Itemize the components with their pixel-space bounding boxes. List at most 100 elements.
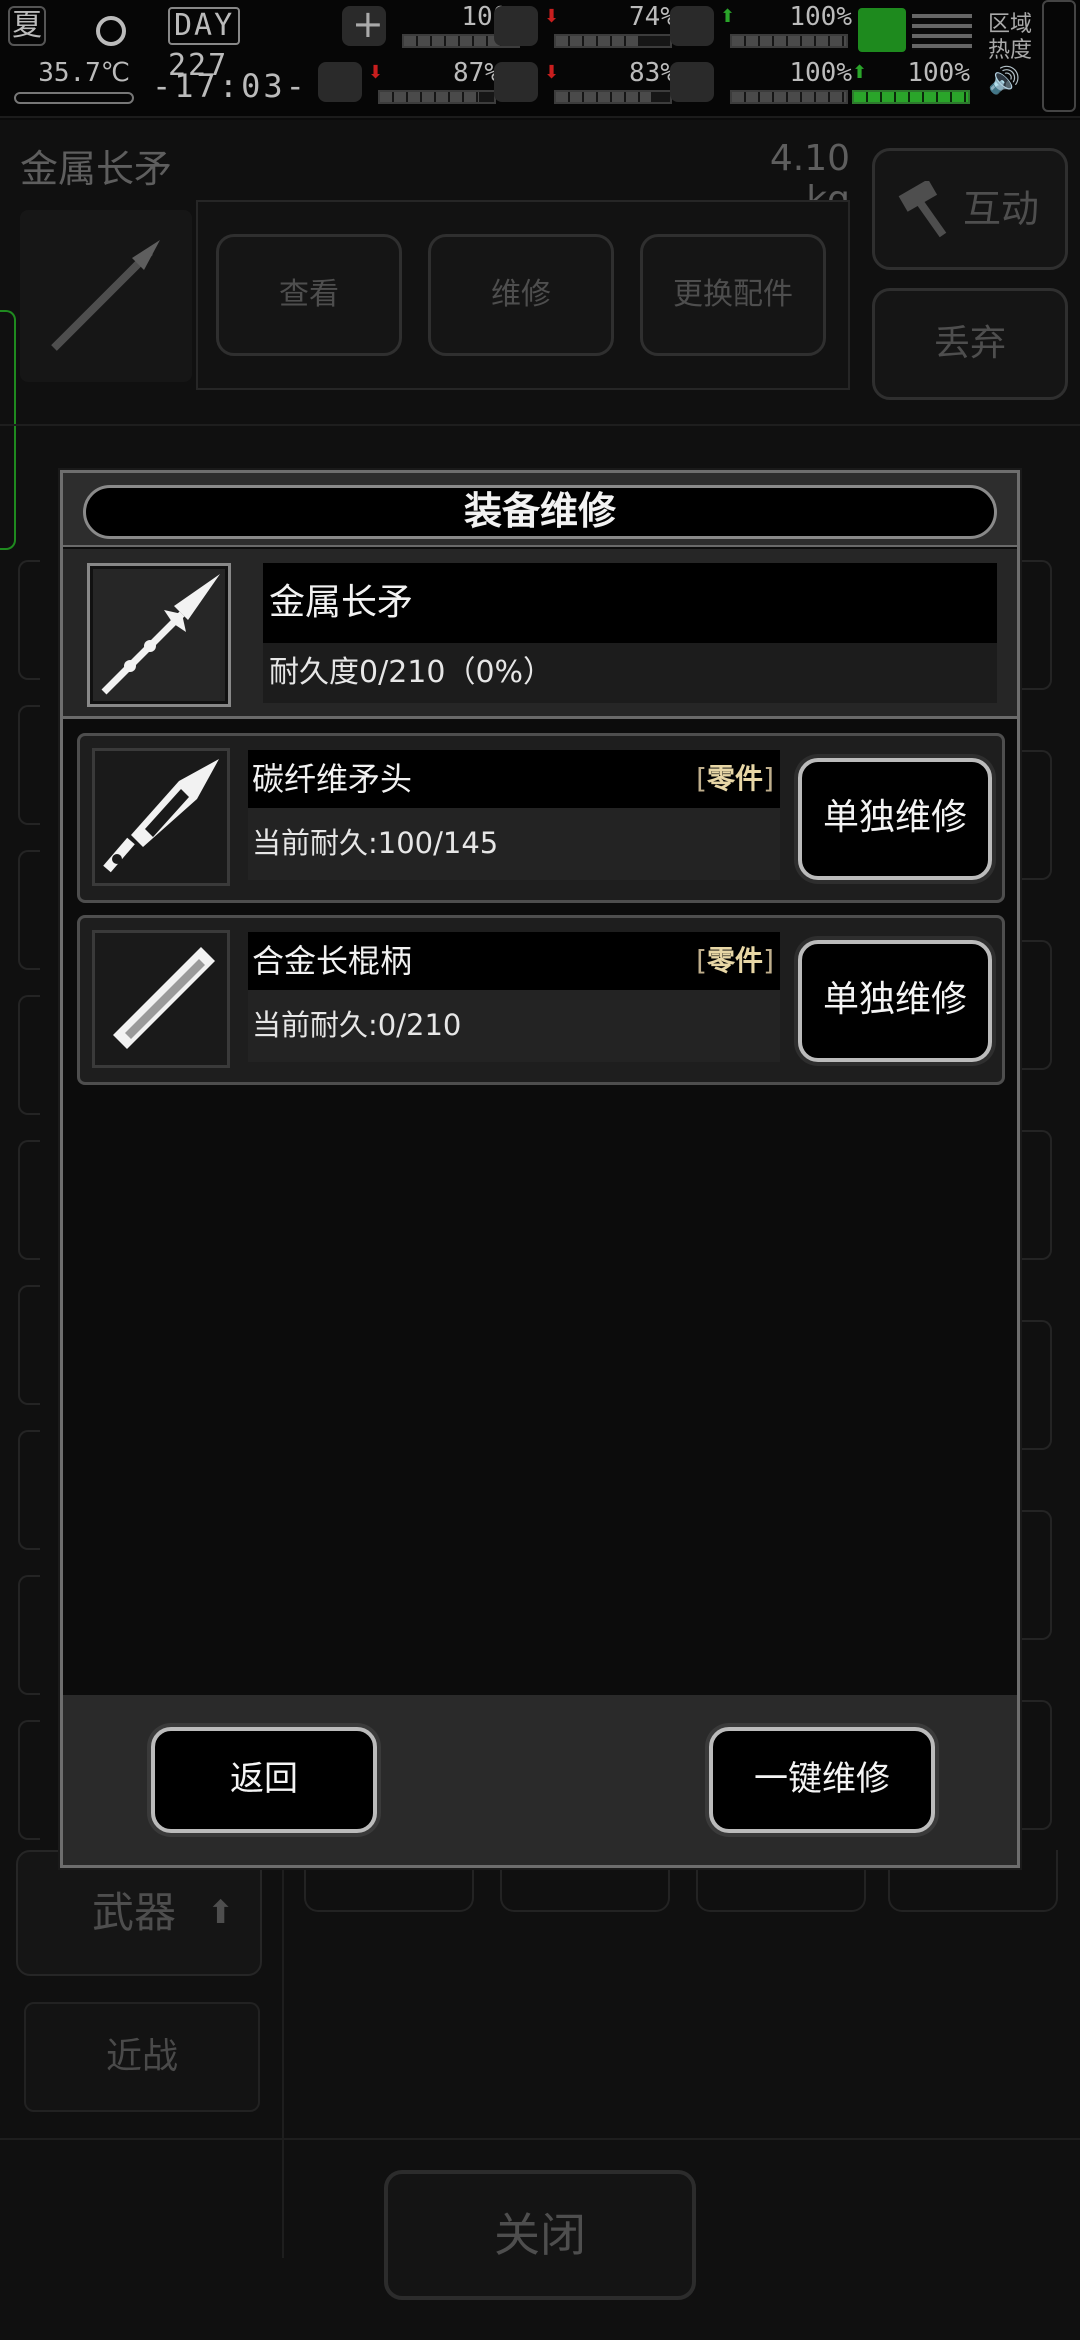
dialog-header: 装备维修 — [63, 473, 1017, 547]
subcategory-melee-button[interactable]: 近战 — [24, 2002, 260, 2112]
grid-item[interactable] — [1022, 1130, 1052, 1260]
item-name: 金属长矛 — [263, 563, 997, 643]
day-label: DAY — [168, 7, 241, 45]
spear-icon — [101, 574, 220, 695]
arrow-down-icon: ⬇ — [368, 62, 384, 83]
item-durability: 耐久度0/210（0%） — [263, 643, 997, 703]
repair-all-button[interactable]: 一键维修 — [709, 1727, 935, 1833]
item-title: 金属长矛 — [20, 147, 173, 191]
part-icon-frame — [92, 748, 230, 886]
arrow-up-icon: ⬆ — [720, 6, 736, 27]
shaft-icon — [113, 947, 215, 1049]
grid-item[interactable] — [1022, 560, 1052, 690]
category-label: 武器 — [92, 1888, 177, 1937]
sun-icon — [86, 6, 132, 52]
part-tag: [零件] — [696, 762, 774, 795]
temperature-value: 35.7℃ — [38, 58, 130, 88]
thirst-stat: ⬇ 83% — [494, 58, 678, 106]
hunger-bar — [554, 34, 672, 48]
heat-level-icon — [912, 14, 972, 50]
view-button[interactable]: 查看 — [216, 234, 402, 356]
status-hud: 夏 DAY 227 35.7℃ -17:03- 100% ⬇ 74% ⬆ 100… — [0, 0, 1080, 118]
item-icon-frame — [87, 563, 231, 707]
part-durability: 当前耐久:100/145 — [248, 808, 780, 880]
category-weapon-button[interactable]: 武器 ⬆ — [16, 1850, 262, 1976]
list-item[interactable] — [18, 705, 40, 825]
swap-parts-button[interactable]: 更换配件 — [640, 234, 826, 356]
part-card-spearhead: 碳纤维矛头 [零件] 当前耐久:100/145 单独维修 — [77, 733, 1005, 903]
oxygen-bar — [730, 34, 848, 48]
part-durability: 当前耐久:0/210 — [248, 990, 780, 1062]
boot-icon — [858, 8, 906, 52]
region-heat-label: 区域热度 — [988, 12, 1033, 63]
close-button[interactable]: 关闭 — [384, 2170, 696, 2300]
back-button[interactable]: 返回 — [151, 1727, 377, 1833]
grid-item[interactable] — [1022, 1510, 1052, 1640]
day-counter: DAY 227 — [162, 6, 300, 83]
sanity-stat: ⬇ 87% — [318, 58, 502, 106]
stomach-icon — [494, 6, 538, 46]
medkit-icon — [342, 2, 386, 46]
region-heat-indicator[interactable] — [856, 6, 974, 106]
sanity-bar — [378, 90, 496, 104]
list-item[interactable] — [18, 995, 40, 1115]
list-item[interactable] — [18, 850, 40, 970]
dialog-title: 装备维修 — [83, 485, 997, 539]
repair-button[interactable]: 维修 — [428, 234, 614, 356]
repair-target: 金属长矛 耐久度0/210（0%） — [63, 549, 1017, 719]
season-indicator: 夏 — [8, 6, 46, 46]
thirst-bar — [554, 90, 672, 104]
spearhead-icon — [103, 759, 219, 873]
list-item[interactable] — [18, 1575, 40, 1695]
arrow-down-icon: ⬇ — [544, 6, 560, 27]
interact-label: 互动 — [962, 187, 1039, 231]
oxygen-value: 100% — [789, 2, 852, 32]
drop-button[interactable]: 丢弃 — [872, 288, 1068, 400]
water-drop-icon — [494, 62, 538, 102]
part-name: 合金长棍柄 — [252, 942, 413, 980]
grid-item[interactable] — [1022, 940, 1052, 1070]
grid-item[interactable] — [1022, 1700, 1052, 1830]
section-divider — [0, 424, 1080, 426]
hammer-icon — [898, 181, 947, 238]
repair-single-button[interactable]: 单独维修 — [798, 940, 992, 1062]
hunger-value: 74% — [629, 2, 676, 32]
interact-button[interactable]: 互动 — [872, 148, 1068, 270]
grid-item[interactable] — [1022, 750, 1052, 880]
repair-single-button[interactable]: 单独维修 — [798, 758, 992, 880]
arrow-down-icon: ⬇ — [544, 62, 560, 83]
arrow-up-icon: ⬆ — [207, 1893, 234, 1931]
repair-dialog: 装备维修 金属长矛 耐久度0/210（0%） 碳纤维矛头 [零件] 当前耐久:1… — [60, 470, 1020, 1868]
list-item[interactable] — [18, 560, 40, 680]
part-name: 碳纤维矛头 — [252, 760, 413, 798]
speaker-icon[interactable]: 🔊 — [988, 66, 1024, 96]
spear-icon — [51, 240, 160, 351]
temperature-readout: 35.7℃ — [8, 60, 138, 108]
hunger-stat: ⬇ 74% — [494, 2, 678, 50]
part-name-row: 碳纤维矛头 [零件] — [248, 750, 780, 808]
part-card-shaft: 合金长棍柄 [零件] 当前耐久:0/210 单独维修 — [77, 915, 1005, 1085]
part-tag: [零件] — [696, 944, 774, 977]
thermometer-icon — [14, 92, 134, 104]
mood-value: 100% — [789, 58, 852, 88]
sanity-value: 87% — [453, 58, 500, 88]
side-handle[interactable] — [1042, 0, 1076, 112]
heart-icon — [670, 62, 714, 102]
grid-item[interactable] — [1022, 1320, 1052, 1450]
list-item[interactable] — [18, 1140, 40, 1260]
list-item[interactable] — [18, 1285, 40, 1405]
dialog-footer: 返回 一键维修 — [63, 1695, 1017, 1865]
brain-icon — [318, 62, 362, 102]
thirst-value: 83% — [629, 58, 676, 88]
list-item[interactable] — [18, 1720, 40, 1840]
side-tab[interactable] — [0, 310, 16, 550]
mood-bar — [730, 90, 848, 104]
lungs-icon — [670, 6, 714, 46]
list-item[interactable] — [18, 1430, 40, 1550]
column-divider — [282, 1858, 284, 2258]
mood-stat: 100% — [670, 58, 854, 106]
game-clock: -17:03- — [152, 67, 308, 105]
part-name-row: 合金长棍柄 [零件] — [248, 932, 780, 990]
oxygen-stat: ⬆ 100% — [670, 2, 854, 50]
item-preview — [20, 210, 192, 382]
